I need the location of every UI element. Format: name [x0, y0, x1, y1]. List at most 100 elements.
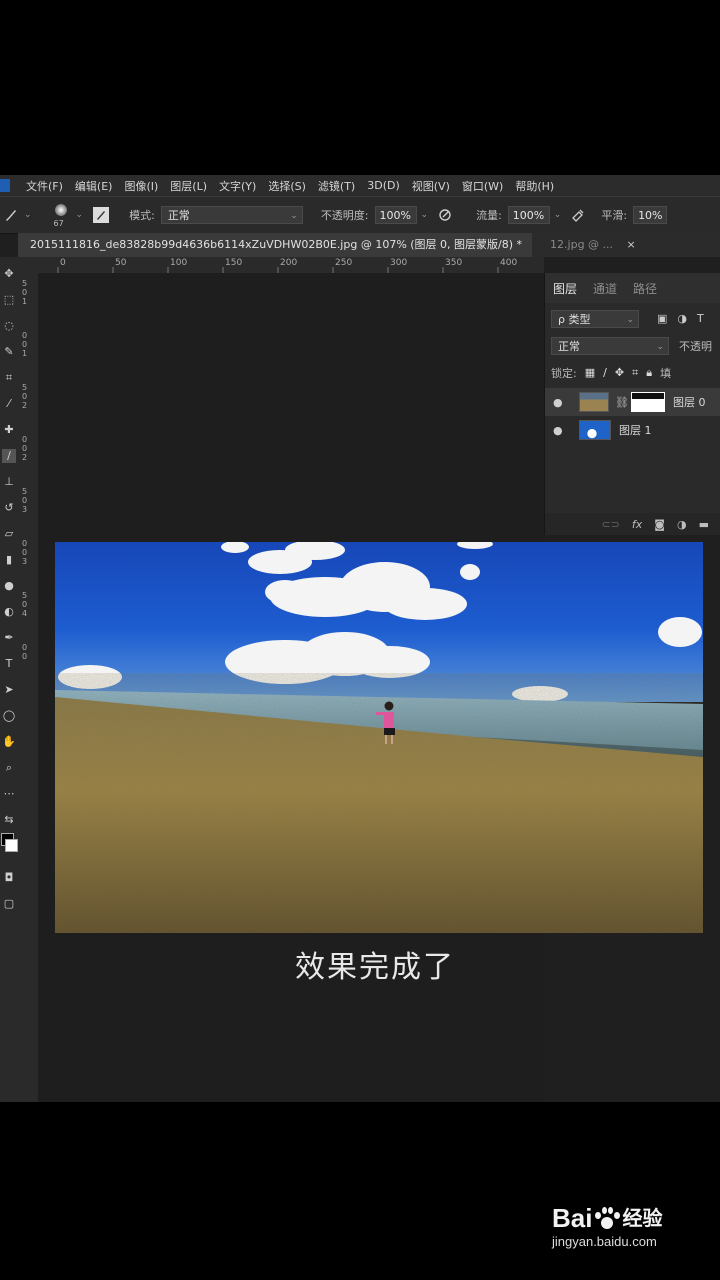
- watermark-url: jingyan.baidu.com: [552, 1234, 657, 1249]
- quick-select-tool-icon[interactable]: ✎: [2, 345, 16, 359]
- menu-type[interactable]: 文字(Y): [219, 178, 256, 194]
- dodge-tool-icon[interactable]: ◐: [2, 605, 16, 619]
- type-tool-icon[interactable]: T: [2, 657, 16, 671]
- screen-mode-icon[interactable]: ▢: [2, 897, 16, 911]
- layer-row-1[interactable]: ● 图层 1: [545, 416, 720, 444]
- smoothing-input[interactable]: 10%: [633, 206, 668, 224]
- type-filter-icon[interactable]: T: [697, 312, 704, 325]
- document-tab-title-2: 12.jpg @ ...: [550, 238, 614, 251]
- panel-tabs: 图层 通道 路径: [545, 273, 720, 303]
- opacity-input[interactable]: 100%: [374, 206, 417, 224]
- lock-artboard-icon[interactable]: ⌗: [632, 366, 638, 380]
- hand-tool-icon[interactable]: ✋: [2, 735, 16, 749]
- more-tools-icon[interactable]: ⋯: [2, 787, 16, 801]
- brush-settings-icon[interactable]: [93, 207, 110, 223]
- result-photo: [55, 542, 703, 933]
- lock-position-icon[interactable]: ✥: [615, 366, 624, 379]
- ruler-horizontal: 0 50 100 150 200 250 300 350 400: [38, 257, 544, 274]
- lock-paint-icon[interactable]: ∕: [603, 366, 607, 379]
- ruler-digit: 2: [22, 453, 28, 462]
- healing-tool-icon[interactable]: ✚: [2, 423, 16, 437]
- document-tab-inactive[interactable]: 12.jpg @ ... ×: [532, 233, 646, 257]
- tool-preset-chevron-icon[interactable]: ⌄: [24, 210, 32, 220]
- document-tab-active[interactable]: 2015111816_de83828b99d4636b6114xZuVDHW02…: [18, 233, 533, 257]
- tab-layers[interactable]: 图层: [545, 280, 585, 297]
- blur-tool-icon[interactable]: ●: [2, 579, 16, 593]
- pressure-opacity-icon[interactable]: [436, 206, 454, 224]
- path-select-tool-icon[interactable]: ➤: [2, 683, 16, 697]
- chain-link-icon[interactable]: ⛓: [615, 396, 629, 409]
- menu-help[interactable]: 帮助(H): [515, 178, 554, 194]
- flow-chevron-icon[interactable]: ⌄: [554, 210, 562, 220]
- document-tab-bar: 2015111816_de83828b99d4636b6114xZuVDHW02…: [18, 233, 720, 257]
- lasso-tool-icon[interactable]: ◌: [2, 319, 16, 333]
- menu-image[interactable]: 图像(I): [124, 178, 158, 194]
- lock-all-icon[interactable]: 🔒︎: [646, 366, 652, 380]
- close-icon[interactable]: ×: [627, 238, 636, 251]
- flow-input[interactable]: 100%: [507, 206, 550, 224]
- ruler-digit: 0: [22, 496, 28, 505]
- ruler-digit: 5: [22, 591, 28, 600]
- photoshop-logo-icon: [0, 179, 10, 192]
- brush-tool-icon[interactable]: [2, 206, 20, 224]
- quick-mask-icon[interactable]: ◘: [2, 871, 16, 885]
- brush-tool-selected-icon[interactable]: ∕: [2, 449, 16, 463]
- brush-picker-chevron-icon[interactable]: ⌄: [76, 210, 84, 220]
- eyedropper-tool-icon[interactable]: ⁄: [2, 397, 16, 411]
- opacity-chevron-icon[interactable]: ⌄: [421, 210, 429, 220]
- chevron-down-icon: ⌄: [290, 211, 298, 221]
- tab-paths[interactable]: 路径: [625, 280, 665, 297]
- watermark-brand-cn: 经验: [622, 1206, 663, 1230]
- ruler-label: 200: [280, 258, 298, 268]
- menu-edit[interactable]: 编辑(E): [75, 178, 113, 194]
- brush-size-picker[interactable]: 67: [50, 200, 72, 230]
- shape-tool-icon[interactable]: ◯: [2, 709, 16, 723]
- blend-row: 正常 ⌄ 不透明: [545, 332, 720, 359]
- background-color-swatch[interactable]: [5, 839, 18, 852]
- marquee-tool-icon[interactable]: ⬚: [2, 293, 16, 307]
- adjustment-filter-icon[interactable]: ◑: [677, 312, 687, 325]
- eye-icon[interactable]: ●: [553, 424, 567, 437]
- mask-icon[interactable]: ◙: [654, 518, 665, 531]
- ruler-digit: 0: [22, 392, 28, 401]
- pen-tool-icon[interactable]: ✒: [2, 631, 16, 645]
- chevron-down-icon: ⌄: [626, 314, 634, 325]
- zoom-tool-icon[interactable]: ⌕: [2, 761, 16, 775]
- airbrush-icon[interactable]: [569, 206, 587, 224]
- ruler-digit: 0: [22, 539, 28, 548]
- layer-mask-thumbnail[interactable]: [630, 392, 665, 412]
- image-filter-icon[interactable]: ▣: [657, 312, 667, 325]
- menu-layer[interactable]: 图层(L): [170, 178, 207, 194]
- eraser-tool-icon[interactable]: ▱: [2, 527, 16, 541]
- history-brush-tool-icon[interactable]: ↺: [2, 501, 16, 515]
- stamp-tool-icon[interactable]: ⊥: [2, 475, 16, 489]
- layer-row-0[interactable]: ● ⛓ 图层 0: [545, 388, 720, 416]
- ruler-label: 400: [500, 258, 518, 268]
- menu-bar: 文件(F) 编辑(E) 图像(I) 图层(L) 文字(Y) 选择(S) 滤镜(T…: [0, 175, 720, 196]
- menu-select[interactable]: 选择(S): [268, 178, 306, 194]
- menu-window[interactable]: 窗口(W): [462, 178, 503, 194]
- opacity-label: 不透明度:: [320, 209, 369, 222]
- link-icon[interactable]: ⊂⊃: [601, 518, 619, 531]
- ruler-digit: 0: [22, 444, 28, 453]
- chevron-down-icon: ⌄: [656, 341, 664, 352]
- gradient-tool-icon[interactable]: ▮: [2, 553, 16, 567]
- folder-icon[interactable]: ▬: [699, 518, 709, 531]
- tab-channels[interactable]: 通道: [585, 280, 625, 297]
- blend-mode-select[interactable]: 正常 ⌄: [551, 336, 669, 355]
- menu-filter[interactable]: 滤镜(T): [318, 178, 355, 194]
- layer-opacity-label: 不透明: [679, 339, 712, 353]
- eye-icon[interactable]: ●: [553, 396, 567, 409]
- mode-select[interactable]: 正常 ⌄: [160, 206, 303, 224]
- fx-icon[interactable]: fx: [632, 518, 642, 531]
- adjustment-icon[interactable]: ◑: [677, 518, 687, 531]
- menu-3d[interactable]: 3D(D): [367, 179, 400, 192]
- move-tool-icon[interactable]: ✥: [2, 267, 16, 281]
- menu-view[interactable]: 视图(V): [412, 178, 450, 194]
- lock-transparent-icon[interactable]: ▦: [585, 366, 595, 379]
- ruler-label: 50: [115, 258, 127, 268]
- layer-filter-select[interactable]: ρ 类型 ⌄: [551, 309, 639, 328]
- menu-file[interactable]: 文件(F): [26, 178, 63, 194]
- swap-colors-icon[interactable]: ⇆: [2, 813, 16, 827]
- crop-tool-icon[interactable]: ⌗: [2, 371, 16, 385]
